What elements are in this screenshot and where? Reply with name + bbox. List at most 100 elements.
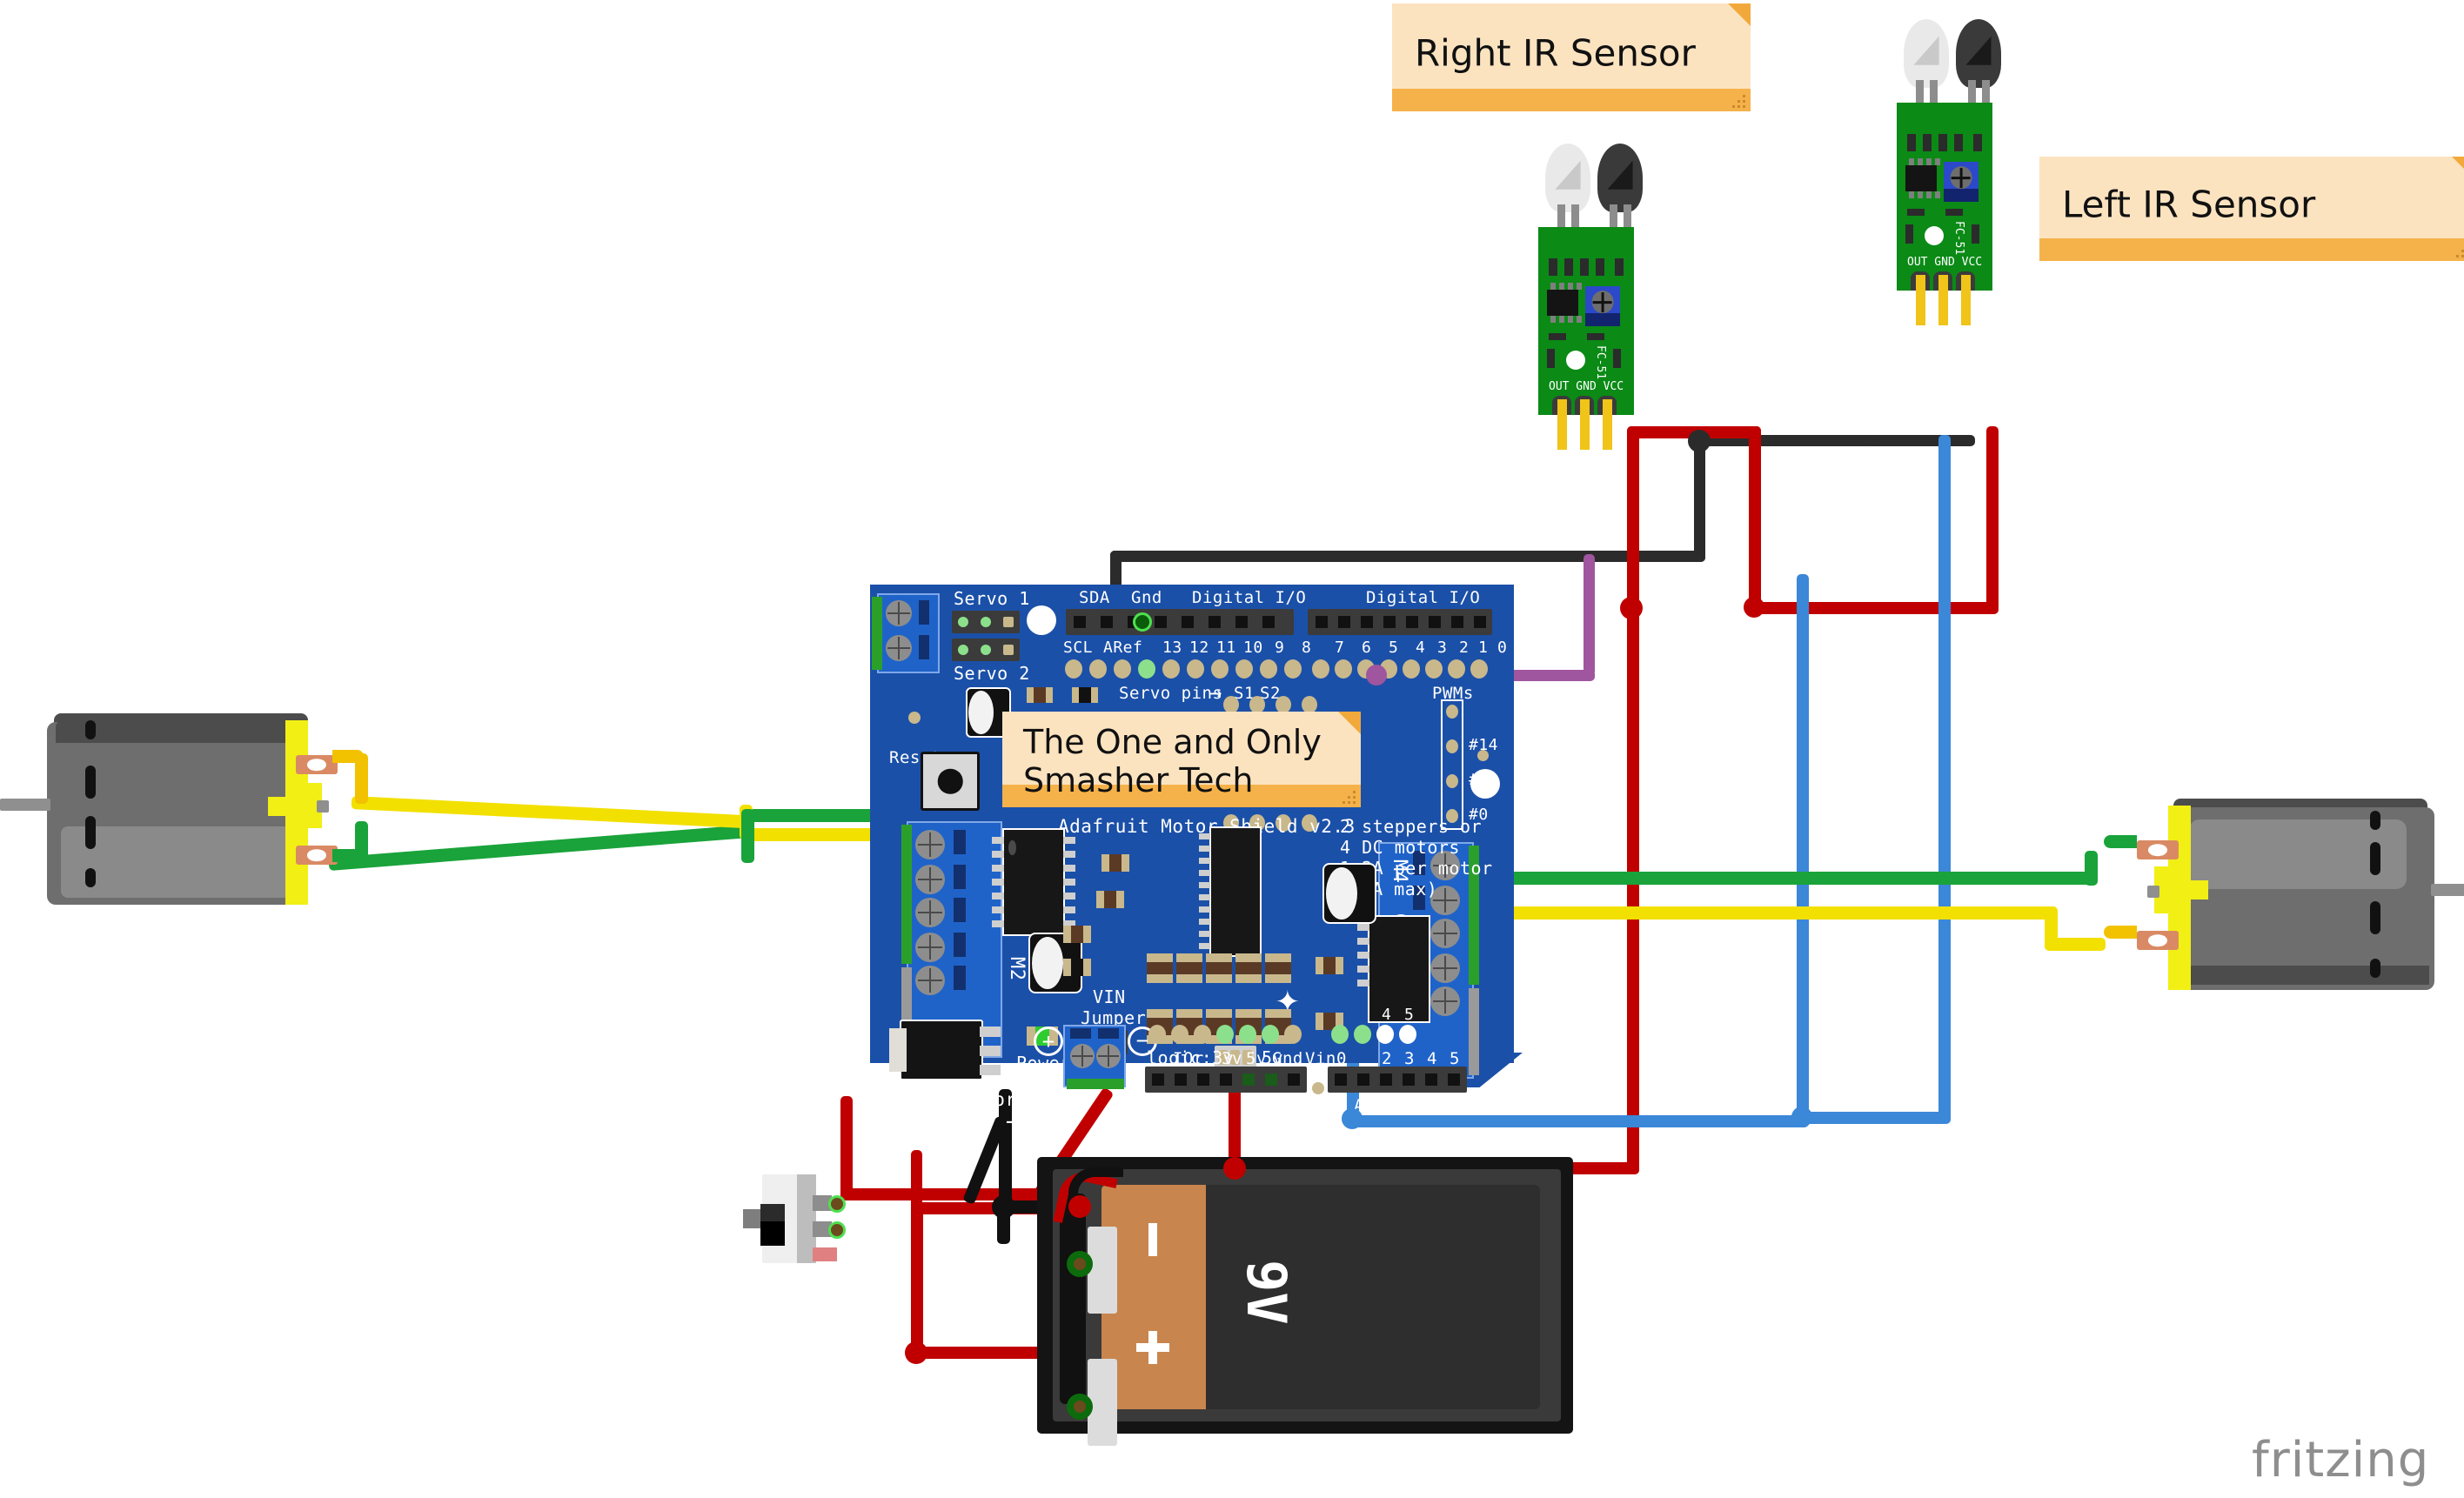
gnd-screw-left[interactable]	[915, 898, 945, 927]
m3-screw-1[interactable]	[1430, 953, 1460, 983]
pad-10[interactable]	[1235, 659, 1253, 679]
wire-left-ir-gnd-black[interactable]	[1871, 435, 1975, 446]
wire-left-motor-yellow-curve[interactable]	[355, 753, 368, 804]
m2-screw-2[interactable]	[915, 966, 945, 995]
adafruit-motor-shield[interactable]: Servo 1 Servo 2 SDA Gnd Digital I/O Digi…	[870, 585, 1523, 1134]
dc-power-screw-minus[interactable]	[1096, 1044, 1121, 1068]
switch-pin-3[interactable]	[813, 1247, 837, 1261]
ir-pin-gnd[interactable]	[1580, 399, 1590, 450]
wire-vcc-red-right-ir-v[interactable]	[1627, 426, 1639, 1174]
servo2-header[interactable]	[952, 639, 1020, 661]
pad-a5[interactable]	[1399, 1025, 1416, 1044]
wire-left-ir-out-blue-v1[interactable]	[1938, 435, 1951, 1122]
pad-0[interactable]	[1470, 659, 1488, 679]
pad-a4[interactable]	[1376, 1025, 1394, 1044]
m2-screw-1[interactable]	[915, 933, 945, 962]
switch-actuator-lever[interactable]	[760, 1204, 785, 1223]
pad-gnd-bottom-2[interactable]	[1262, 1025, 1279, 1044]
pad-scl[interactable]	[1065, 659, 1082, 679]
ir-pin-gnd[interactable]	[1938, 275, 1948, 325]
wire-right-motor-yellow-end[interactable]	[2045, 938, 2106, 951]
wire-right-ir-gnd-black-h[interactable]	[1110, 551, 1705, 562]
battery-terminal-negative[interactable]	[1067, 1251, 1093, 1277]
wire-right-ir-gnd-black-drop[interactable]	[1694, 435, 1705, 562]
switch-pin-1-connection[interactable]	[828, 1195, 846, 1213]
wire-right-motor-green[interactable]	[1495, 872, 2097, 885]
reset-button[interactable]	[921, 752, 980, 811]
wire-right-motor-yellow[interactable]	[1495, 906, 2055, 920]
wire-left-motor-green-bend[interactable]	[741, 809, 754, 863]
right-ir-sensor[interactable]: FC-51 OUT GND VCC	[1538, 144, 1671, 509]
m1-screw-1[interactable]	[915, 830, 945, 859]
right-motor-terminal-2[interactable]	[2137, 931, 2179, 950]
wire-vcc-red-left-ir-v[interactable]	[1986, 426, 1999, 613]
left-motor-terminal-1[interactable]	[296, 755, 338, 774]
pad-11[interactable]	[1211, 659, 1229, 679]
pad-aref[interactable]	[1114, 659, 1131, 679]
right-motor-terminal-1[interactable]	[2137, 840, 2179, 859]
pad-blank[interactable]	[1171, 1025, 1188, 1044]
wire-left-ir-out-blue-h1[interactable]	[1797, 1112, 1951, 1124]
gnd-screw-right[interactable]	[1430, 919, 1460, 948]
pwm-breakout-header[interactable]	[1441, 699, 1463, 830]
wire-left-motor-green-curve[interactable]	[355, 821, 368, 861]
pad-3[interactable]	[1403, 659, 1420, 679]
switch-actuator-lever-2[interactable]	[760, 1221, 785, 1246]
pad-a0[interactable]	[1331, 1025, 1349, 1044]
wire-battery-red-v[interactable]	[911, 1202, 923, 1359]
wire-vcc-red-mid-v[interactable]	[1749, 426, 1761, 614]
battery-terminal-positive[interactable]	[1067, 1394, 1093, 1420]
analog-header[interactable]	[1328, 1067, 1467, 1093]
ir-pin-vcc[interactable]	[1961, 275, 1971, 325]
wire-vcc-red-left-ir-h[interactable]	[1749, 602, 1999, 614]
ir-pin-out[interactable]	[1557, 399, 1567, 450]
digital-header-right[interactable]	[1308, 609, 1492, 635]
ir-sensitivity-trimmer[interactable]	[1585, 286, 1620, 326]
note-right-ir-sensor[interactable]: Right IR Sensor	[1392, 3, 1751, 111]
pad-6[interactable]	[1335, 659, 1352, 679]
wire-right-motor-green-pigtail[interactable]	[2104, 835, 2137, 848]
pad-2[interactable]	[1425, 659, 1443, 679]
slide-switch[interactable]	[743, 1173, 851, 1268]
pad-12[interactable]	[1187, 659, 1204, 679]
note-resize-grip-icon[interactable]	[2452, 244, 2464, 257]
wire-right-ir-out-purple-v1[interactable]	[1584, 554, 1595, 676]
pad-gnd[interactable]	[1138, 659, 1155, 679]
pad-sda[interactable]	[1089, 659, 1107, 679]
ir-sensitivity-trimmer[interactable]	[1944, 162, 1979, 202]
left-ir-sensor[interactable]: FC-51 OUT GND VCC	[1897, 19, 2029, 385]
left-dc-motor[interactable]	[0, 713, 348, 922]
note-board-credit[interactable]: The One and Only Smasher Tech	[1002, 712, 1361, 807]
ir-pin-out[interactable]	[1916, 275, 1925, 325]
m1-screw-2[interactable]	[915, 865, 945, 894]
pad-5v[interactable]	[1216, 1025, 1234, 1044]
pad-7[interactable]	[1312, 659, 1329, 679]
wire-left-motor-yellow-1[interactable]	[351, 796, 748, 829]
battery-9v-holder[interactable]: 9V	[1037, 1157, 1573, 1446]
wire-right-motor-yellow-pigtail[interactable]	[2104, 926, 2137, 939]
wire-left-ir-out-blue-v2[interactable]	[1797, 574, 1809, 1124]
ir-pin-vcc[interactable]	[1603, 399, 1612, 450]
digital-header-left[interactable]	[1066, 609, 1294, 635]
pad-a1[interactable]	[1354, 1025, 1371, 1044]
pad-8[interactable]	[1284, 659, 1302, 679]
wire-power-red-h[interactable]	[840, 1188, 1058, 1200]
servo-terminal-screw-1[interactable]	[886, 600, 912, 626]
note-resize-grip-icon[interactable]	[1728, 94, 1745, 108]
gnd-pin-connected-indicator[interactable]	[1133, 612, 1152, 632]
pad-3v[interactable]	[1194, 1025, 1211, 1044]
switch-pin-2-connection[interactable]	[828, 1221, 846, 1239]
right-dc-motor[interactable]	[2128, 799, 2464, 1007]
wire-left-ir-out-blue-h2[interactable]	[1347, 1115, 1809, 1127]
left-motor-terminal-2[interactable]	[296, 846, 338, 865]
servo-terminal-screw-2[interactable]	[886, 635, 912, 661]
pad-vin[interactable]	[1284, 1025, 1302, 1044]
m3-screw-2[interactable]	[1430, 986, 1460, 1016]
pad-gnd-bottom-1[interactable]	[1239, 1025, 1256, 1044]
power-header[interactable]	[1145, 1067, 1307, 1093]
pad-ior[interactable]	[1148, 1025, 1166, 1044]
pad-13[interactable]	[1162, 659, 1180, 679]
note-left-ir-sensor[interactable]: Left IR Sensor	[2039, 157, 2464, 261]
dc-power-screw-plus[interactable]	[1070, 1044, 1095, 1068]
wire-left-motor-green-1[interactable]	[328, 825, 747, 871]
